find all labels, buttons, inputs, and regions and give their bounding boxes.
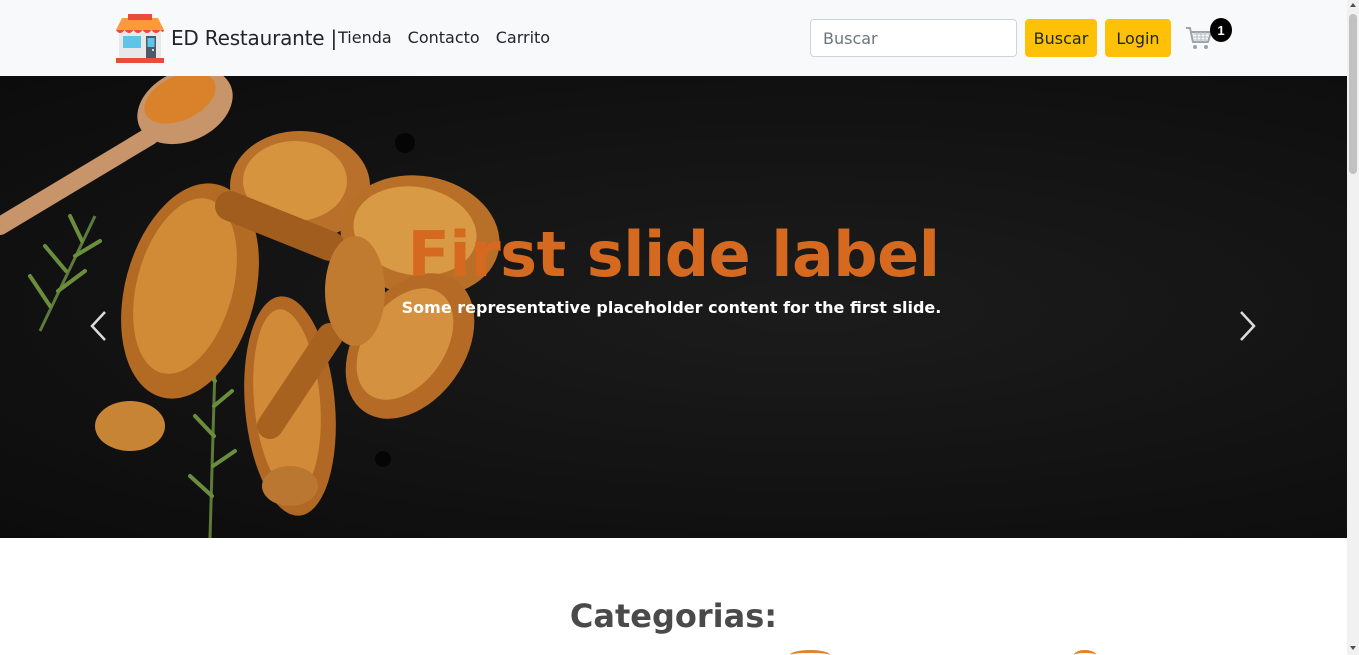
brand[interactable]: ED Restaurante | [114,12,337,64]
chevron-right-icon[interactable] [1226,306,1266,346]
categories-heading: Categorias: [569,597,778,635]
chevron-left-icon[interactable] [80,306,120,346]
navbar: ED Restaurante | Tienda Contacto Carrito… [0,0,1347,76]
category-image[interactable] [1074,650,1096,655]
scroll-down-icon[interactable] [1350,646,1356,650]
scroll-thumb[interactable] [1349,14,1357,174]
brand-name: ED Restaurante | [171,26,338,50]
storefront-icon [116,14,164,63]
category-image[interactable] [790,650,830,655]
search-input[interactable] [810,19,1017,57]
page-scrollbar[interactable] [1347,0,1359,655]
slide-caption: Some representative placeholder content … [401,298,942,317]
nav-links: Tienda Contacto Carrito [338,28,550,47]
hero-carousel: First slide label Some representative pl… [0,76,1347,538]
nav-link-contacto[interactable]: Contacto [408,28,480,47]
nav-link-tienda[interactable]: Tienda [338,28,392,47]
scroll-up-icon[interactable] [1350,3,1356,7]
login-button[interactable]: Login [1105,19,1171,57]
shopping-cart-icon[interactable] [1185,25,1213,51]
cart-count-badge: 1 [1210,18,1232,42]
nav-link-carrito[interactable]: Carrito [496,28,550,47]
search-button[interactable]: Buscar [1025,19,1097,57]
slide-title: First slide label [407,218,940,291]
